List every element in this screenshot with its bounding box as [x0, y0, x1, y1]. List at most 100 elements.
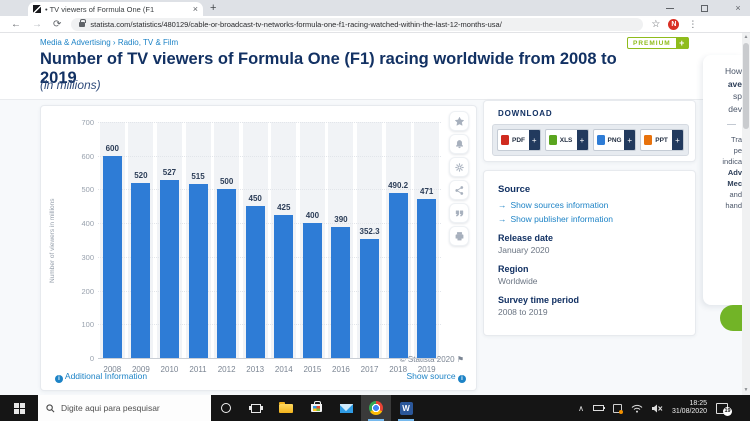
url-text: statista.com/statistics/480129/cable-or-… [90, 20, 501, 29]
teaser-divider [727, 124, 736, 125]
share-button[interactable] [449, 180, 469, 200]
cortana-icon [221, 403, 231, 413]
bar-2016[interactable] [331, 227, 350, 358]
download-plus-icon[interactable]: + [624, 129, 635, 151]
app-notification-icon[interactable] [613, 404, 622, 413]
window-maximize-button[interactable] [698, 2, 710, 14]
forward-icon[interactable]: → [32, 17, 42, 32]
battery-icon[interactable] [593, 405, 604, 411]
tray-expand-icon[interactable]: ∧ [578, 404, 584, 413]
reload-icon[interactable]: ⟳ [53, 17, 61, 32]
download-buttons: PDF+XLS+PNG+PPT+ [492, 124, 689, 156]
taskbar-word-button[interactable]: W [391, 395, 421, 421]
bar-2010[interactable] [160, 180, 179, 358]
ppt-file-icon [644, 135, 652, 145]
bar-2014[interactable] [274, 215, 293, 358]
teaser-text-line: Adv [703, 167, 742, 178]
report-flag-icon[interactable]: ⚑ [457, 355, 464, 364]
download-xls-button[interactable]: XLS+ [545, 129, 589, 151]
download-button-label: XLS [560, 137, 577, 144]
bookmark-star-icon[interactable]: ☆ [651, 19, 660, 30]
y-tick-label: 200 [66, 287, 94, 296]
taskbar-file-explorer-button[interactable] [271, 395, 301, 421]
window-controls: × [664, 0, 744, 16]
source-link[interactable]: →Show sources information [498, 200, 681, 210]
profile-avatar[interactable]: N [668, 19, 679, 30]
taskbar-chrome-button[interactable] [361, 395, 391, 421]
y-tick-label: 0 [66, 354, 94, 363]
new-tab-button[interactable]: + [210, 2, 216, 14]
window-close-button[interactable]: × [732, 2, 744, 14]
source-field-label: Release date [498, 233, 681, 243]
source-field-label: Region [498, 264, 681, 274]
action-center-icon[interactable]: 19 [716, 403, 728, 414]
notification-bell-button[interactable] [449, 134, 469, 154]
taskbar-store-button[interactable] [301, 395, 331, 421]
settings-gear-button[interactable] [449, 157, 469, 177]
download-plus-icon[interactable]: + [577, 129, 588, 151]
scrollbar-thumb[interactable] [743, 43, 749, 129]
scrollbar-down-icon[interactable]: ▼ [742, 386, 750, 395]
chat-button[interactable] [720, 305, 744, 331]
download-plus-icon[interactable]: + [672, 129, 683, 151]
teaser-text-line: sp [703, 90, 742, 103]
bar-2019[interactable] [417, 199, 436, 358]
teaser-text-line: pe [703, 145, 742, 156]
chart-card: Number of viewers in millions 0100200300… [40, 105, 477, 391]
browser-tab[interactable]: • TV viewers of Formula One (F1 × [28, 2, 203, 16]
search-placeholder: Digite aqui para pesquisar [61, 403, 160, 413]
taskbar-mail-button[interactable] [331, 395, 361, 421]
bar-2011[interactable] [189, 184, 208, 358]
premium-badge[interactable]: PREMIUM + [627, 37, 689, 49]
source-card: Source →Show sources information→Show pu… [483, 170, 696, 336]
source-link[interactable]: →Show publisher information [498, 214, 681, 224]
start-button[interactable] [0, 395, 38, 421]
print-icon [454, 231, 465, 242]
bar-2009[interactable] [131, 183, 150, 358]
bar-2015[interactable] [303, 223, 322, 358]
download-button-label: PDF [512, 137, 529, 144]
windows-logo-icon [14, 403, 25, 414]
info-icon: i [55, 375, 63, 383]
download-pdf-button[interactable]: PDF+ [497, 129, 541, 151]
window-minimize-button[interactable] [664, 2, 676, 14]
bar-2018[interactable] [389, 193, 408, 358]
page-scrollbar[interactable]: ▲ ▼ [742, 33, 750, 395]
download-ppt-button[interactable]: PPT+ [640, 129, 684, 151]
address-bar[interactable]: statista.com/statistics/480129/cable-or-… [71, 18, 643, 31]
scrollbar-up-icon[interactable]: ▲ [742, 33, 750, 42]
citation-quote-button[interactable] [449, 203, 469, 223]
taskbar-clock[interactable]: 18:25 31/08/2020 [672, 400, 707, 417]
source-field-value: January 2020 [498, 245, 681, 255]
taskbar-task-view-button[interactable] [241, 395, 271, 421]
print-button[interactable] [449, 226, 469, 246]
browser-menu-icon[interactable]: ⋮ [688, 19, 697, 30]
download-png-button[interactable]: PNG+ [593, 129, 637, 151]
premium-label: PREMIUM [628, 40, 676, 47]
share-icon [454, 185, 465, 196]
wifi-icon[interactable] [631, 404, 643, 413]
notification-bell-icon [454, 139, 465, 150]
screen: • TV viewers of Formula One (F1 × + × ← … [0, 0, 750, 421]
teaser-text-line: and [703, 189, 742, 200]
download-plus-icon[interactable]: + [529, 129, 540, 151]
source-fields: Release dateJanuary 2020RegionWorldwideS… [498, 233, 681, 317]
favorite-star-button[interactable] [449, 111, 469, 131]
bar-2008[interactable] [103, 156, 122, 358]
source-field-value: 2008 to 2019 [498, 307, 681, 317]
chart-action-rail [449, 111, 469, 249]
bar-2017[interactable] [360, 239, 379, 358]
tab-close-icon[interactable]: × [193, 5, 198, 14]
show-source-link[interactable]: Show source i [406, 371, 466, 383]
clock-time: 18:25 [672, 400, 707, 409]
bar-2012[interactable] [217, 189, 236, 358]
taskbar-search[interactable]: Digite aqui para pesquisar [38, 395, 211, 421]
teaser-text-line: Tra [703, 134, 742, 145]
breadcrumb[interactable]: Media & Advertising › Radio, TV & Film [40, 38, 178, 47]
volume-muted-icon[interactable] [652, 404, 663, 413]
back-icon[interactable]: ← [11, 17, 21, 32]
additional-information-link[interactable]: i Additional Information [55, 371, 147, 383]
download-button-label: PPT [655, 137, 672, 144]
bar-2013[interactable] [246, 206, 265, 358]
taskbar-cortana-button[interactable] [211, 395, 241, 421]
